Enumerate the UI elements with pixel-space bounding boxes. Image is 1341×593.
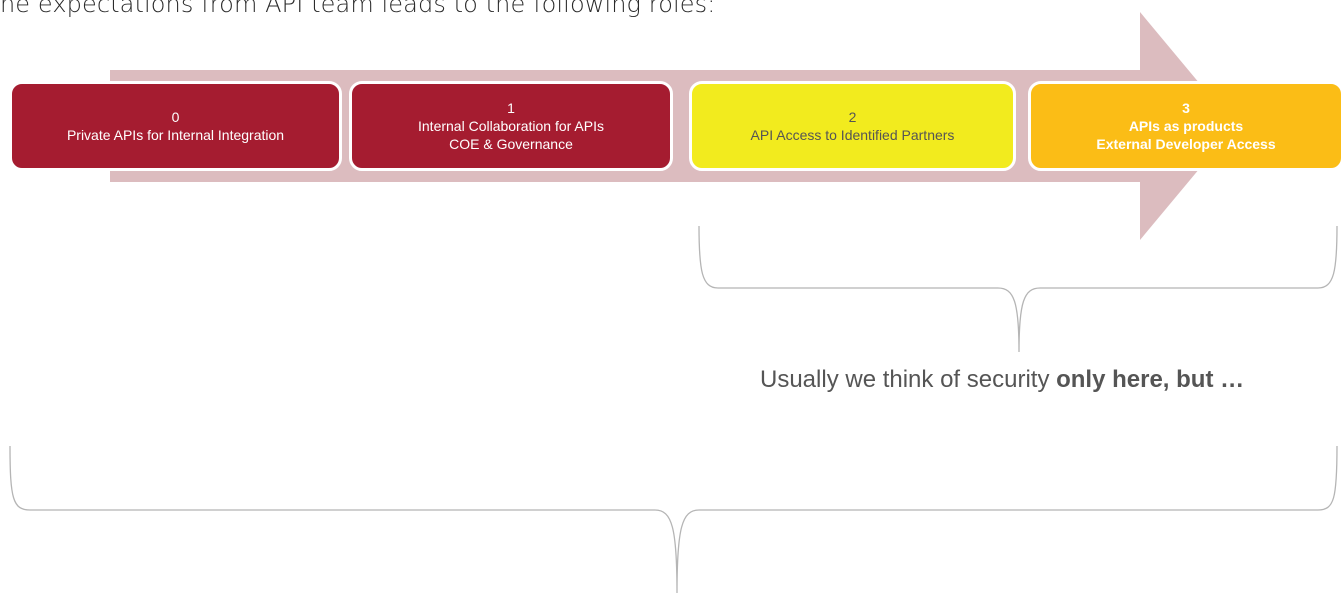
- security-note: Usually we think of security only here, …: [760, 366, 1244, 394]
- stage-0-box: 0 Private APIs for Internal Integration: [9, 81, 342, 171]
- stage-number: 0: [171, 109, 180, 125]
- stage-title: Private APIs for Internal Integration: [66, 127, 285, 143]
- stage-number: 3: [1182, 100, 1190, 116]
- security-note-emphasis: only here, but …: [1056, 366, 1245, 393]
- stage-subtitle: External Developer Access: [1096, 136, 1276, 152]
- stage-2-box: 2 API Access to Identified Partners: [689, 81, 1016, 171]
- brace-all-stages: [9, 445, 1338, 593]
- stage-number: 2: [848, 109, 857, 125]
- stage-title: APIs as products: [1128, 118, 1244, 134]
- security-note-text: Usually we think of security: [760, 366, 1057, 393]
- brace-partners-products: [698, 225, 1338, 353]
- stage-title: API Access to Identified Partners: [750, 127, 955, 143]
- stage-3-box: 3 APIs as products External Developer Ac…: [1028, 81, 1341, 171]
- stage-title: Internal Collaboration for APIs: [418, 118, 604, 134]
- stage-1-box: 1 Internal Collaboration for APIs COE & …: [349, 81, 673, 171]
- stage-subtitle: COE & Governance: [449, 136, 573, 152]
- stage-number: 1: [507, 100, 515, 116]
